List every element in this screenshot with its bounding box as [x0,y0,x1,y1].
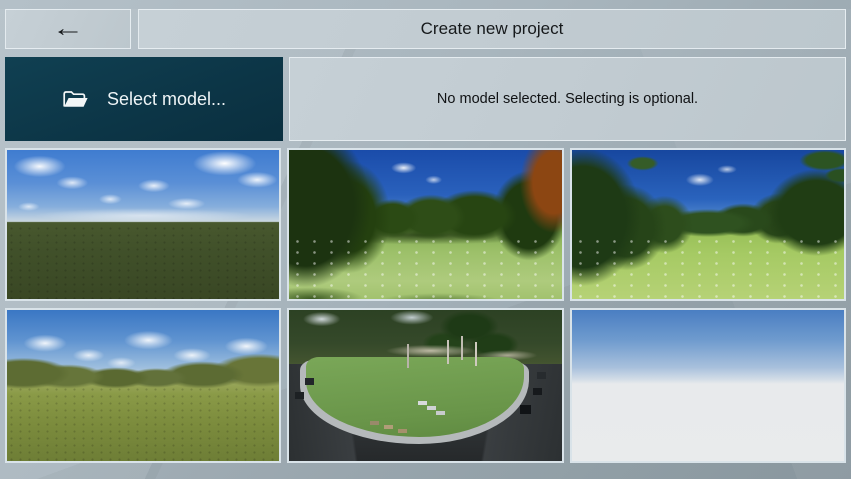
page-title-bar: Create new project [138,9,846,49]
model-section: Select model... No model selected. Selec… [0,57,851,141]
select-model-button[interactable]: Select model... [5,57,283,141]
template-thumbnail-park-street-corner[interactable] [287,308,563,463]
grass-texture [7,225,279,300]
model-status-panel: No model selected. Selecting is optional… [289,57,846,141]
template-thumbnail-empty-plain[interactable] [570,308,846,463]
meadow-flowers-texture [572,236,844,299]
template-grid [5,148,846,463]
meadow-flowers-texture [289,236,561,299]
palm-trunks-layer [289,310,291,334]
top-bar: ← Create new project [0,9,851,49]
template-thumbnail-forest-clearing[interactable] [287,148,563,301]
template-thumbnail-tropical-meadow[interactable] [570,148,846,301]
back-arrow-icon: ← [52,17,84,41]
template-thumbnail-grass-field[interactable] [5,148,281,301]
page-title: Create new project [421,19,564,39]
grass-texture [7,386,279,462]
select-model-label: Select model... [107,89,226,110]
benches-rocks-layer [289,310,296,312]
back-button[interactable]: ← [5,9,131,49]
open-folder-icon [62,88,89,111]
model-status-text: No model selected. Selecting is optional… [437,91,698,107]
template-thumbnail-mountain-grassland[interactable] [5,308,281,463]
